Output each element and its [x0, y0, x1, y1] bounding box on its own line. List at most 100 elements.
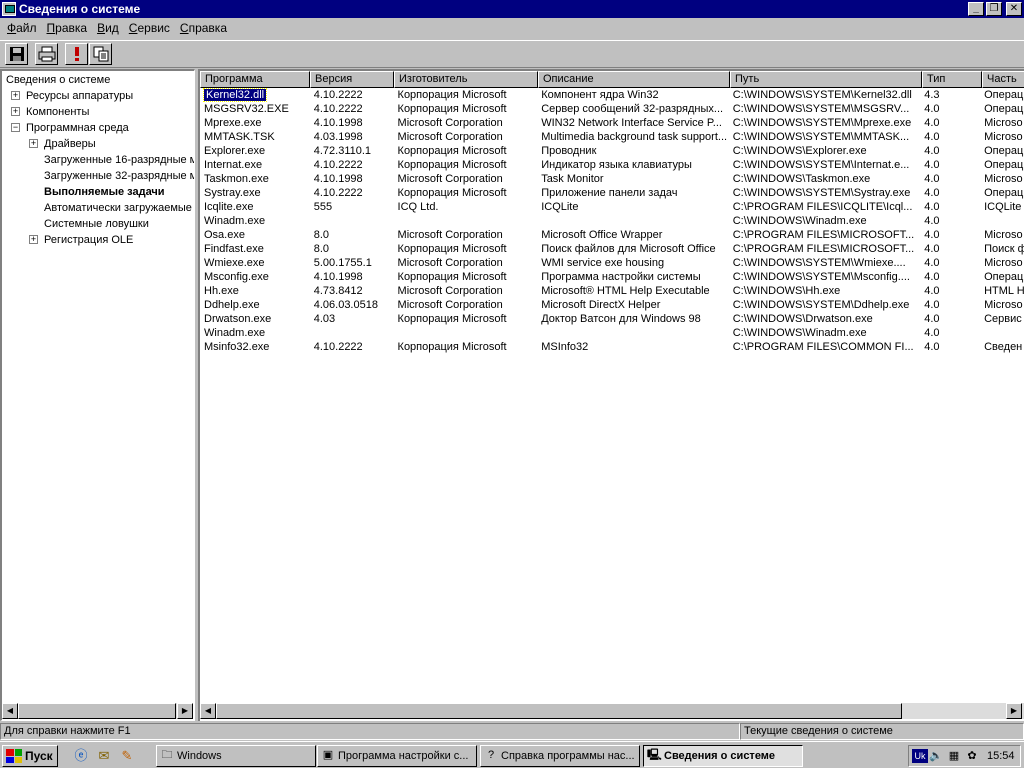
column-header[interactable]: Версия: [310, 71, 394, 88]
table-row[interactable]: Wmiexe.exe 5.00.1755.1 Microsoft Corporati…: [200, 256, 1024, 270]
tree-item[interactable]: + Ресурсы аппаратуры: [11, 88, 134, 104]
table-row[interactable]: Findfast.exe 8.0 Корпорация Microsoft Поиск…: [200, 242, 1024, 256]
table-cell: [310, 214, 394, 228]
table-cell: 4.03: [313, 313, 336, 325]
tree-item[interactable]: Загруженные 32-разрядные м: [44, 168, 194, 184]
display-settings-icon[interactable]: ✿: [965, 749, 979, 763]
table-header: Программа Версия Изготовитель Описание Путь Т…: [200, 71, 1024, 88]
tree-item-label: Автоматически загружаемые: [44, 202, 192, 214]
tree-item[interactable]: − Программная среда: [11, 120, 129, 136]
table-cell: C:\PROGRAM FILES\COMMON FI...: [732, 341, 914, 353]
table-row[interactable]: Ddhelp.exe 4.06.03.0518 Microsoft Corporat…: [200, 298, 1024, 312]
restore-button[interactable]: ❐: [986, 2, 1002, 16]
table-cell: Программа настройки системы: [541, 271, 701, 283]
table-row[interactable]: Kernel32.dll 4.10.2222 Корпорация Microsof…: [200, 88, 1024, 102]
minimize-button[interactable]: _: [968, 2, 984, 16]
table-row[interactable]: Taskmon.exe 4.10.1998 Microsoft Corporatio…: [200, 172, 1024, 186]
tree-item-label: Драйверы: [44, 138, 96, 150]
table-cell: Компонент ядра Win32: [541, 89, 659, 101]
taskbar-button[interactable]: 🖳 Сведения о системе: [643, 745, 803, 767]
table-row[interactable]: Icqlite.exe 555 ICQ Ltd. ICQLite C:\PROGRAM …: [200, 200, 1024, 214]
table-row[interactable]: MSGSRV32.EXE 4.10.2222 Корпорация Microsof…: [200, 102, 1024, 116]
table-row[interactable]: Explorer.exe 4.72.3110.1 Корпорация Micros…: [200, 144, 1024, 158]
table-row[interactable]: Drwatson.exe 4.03 Корпорация Microsoft Докт…: [200, 312, 1024, 326]
ie-icon[interactable]: ⓔ: [72, 747, 90, 765]
menu-item-4[interactable]: Справка: [175, 21, 232, 35]
volume-icon[interactable]: 🔈: [929, 749, 943, 763]
table-cell: MSInfo32: [541, 341, 589, 353]
scroll-left-icon[interactable]: ◀: [200, 703, 216, 719]
system-tray: Uk 🔈 ▦ ✿ 15:54: [908, 745, 1021, 767]
menu-item-2[interactable]: Вид: [92, 21, 124, 35]
table-row[interactable]: MMTASK.TSK 4.03.1998 Microsoft Corporation…: [200, 130, 1024, 144]
expand-icon[interactable]: +: [29, 235, 38, 244]
scroll-right-icon[interactable]: ▶: [1006, 703, 1022, 719]
expand-icon[interactable]: +: [11, 107, 20, 116]
taskbar-button-label: Windows: [177, 750, 222, 762]
table-row[interactable]: Winadm.exe C:\WINDOWS\Winadm.exe 4.0: [200, 326, 1024, 340]
tree-item-label: Ресурсы аппаратуры: [26, 90, 134, 102]
app-icon[interactable]: [2, 2, 16, 16]
table-cell: 4.73.8412: [313, 285, 363, 297]
app-icon: ▣: [322, 749, 334, 761]
table-cell: 4.0: [924, 145, 940, 157]
tree-item[interactable]: Сведения о системе: [6, 72, 110, 88]
menu-item-0[interactable]: Файл: [2, 21, 42, 35]
tree-item[interactable]: Системные ловушки: [44, 216, 149, 232]
column-header[interactable]: Программа: [200, 71, 310, 88]
table-row[interactable]: Hh.exe 4.73.8412 Microsoft Corporation Micr…: [200, 284, 1024, 298]
keyboard-language-indicator[interactable]: Uk: [912, 749, 928, 763]
print-icon[interactable]: [35, 43, 58, 65]
column-header[interactable]: Изготовитель: [394, 71, 538, 88]
tree-item[interactable]: Выполняемые задачи: [44, 184, 165, 200]
channels-icon[interactable]: ✎: [118, 747, 136, 765]
table-cell: Microsoft® HTML Help Executable: [541, 285, 710, 297]
menu-item-1[interactable]: Правка: [42, 21, 93, 35]
table-cell: C:\WINDOWS\SYSTEM\Wmiexe....: [732, 257, 906, 269]
scroll-left-icon[interactable]: ◀: [2, 703, 18, 719]
column-header[interactable]: Описание: [538, 71, 730, 88]
copy-icon[interactable]: [89, 43, 112, 65]
taskbar-button[interactable]: ? Справка программы нас...: [480, 745, 640, 767]
column-header[interactable]: Тип: [922, 71, 982, 88]
table-row[interactable]: Systray.exe 4.10.2222 Корпорация Microsoft…: [200, 186, 1024, 200]
table-row[interactable]: Msconfig.exe 4.10.1998 Корпорация Microsof…: [200, 270, 1024, 284]
table-row[interactable]: Winadm.exe C:\WINDOWS\Winadm.exe 4.0: [200, 214, 1024, 228]
table-row[interactable]: Osa.exe 8.0 Microsoft Corporation Microsoft…: [200, 228, 1024, 242]
table-row[interactable]: Mprexe.exe 4.10.1998 Microsoft Corporation…: [200, 116, 1024, 130]
tree-item-label: Системные ловушки: [44, 218, 149, 230]
title-bar: Сведения о системе _ ❐ ✕: [0, 0, 1024, 18]
start-button[interactable]: Пуск: [2, 745, 58, 767]
scroll-thumb[interactable]: [216, 703, 902, 719]
table-cell: [537, 326, 729, 340]
tree-item[interactable]: + Драйверы: [29, 136, 96, 152]
tree-horizontal-scrollbar[interactable]: ◀ ▶: [2, 703, 193, 719]
table-cell: 4.10.2222: [313, 159, 363, 171]
taskbar-button[interactable]: 🗀 Windows: [156, 745, 316, 767]
tree-item[interactable]: + Регистрация OLE: [29, 232, 133, 248]
table-cell: 8.0: [313, 229, 330, 241]
save-icon[interactable]: [5, 43, 28, 65]
tree-item[interactable]: Загруженные 16-разрядные м: [44, 152, 194, 168]
tree-item[interactable]: Автоматически загружаемые: [44, 200, 192, 216]
alert-icon[interactable]: [65, 43, 88, 65]
table-cell: 4.03.1998: [313, 131, 363, 143]
clock[interactable]: 15:54: [987, 746, 1015, 766]
outlook-icon[interactable]: ✉: [95, 747, 113, 765]
table-cell: Microso: [984, 299, 1023, 311]
table-row[interactable]: Msinfo32.exe 4.10.2222 Корпорация Microsof…: [200, 340, 1024, 354]
menu-item-3[interactable]: Сервис: [124, 21, 175, 35]
tree-item[interactable]: + Компоненты: [11, 104, 89, 120]
close-button[interactable]: ✕: [1006, 2, 1022, 16]
table-horizontal-scrollbar[interactable]: ◀ ▶: [200, 703, 1024, 719]
task-scheduler-icon[interactable]: ▦: [947, 749, 961, 763]
collapse-icon[interactable]: −: [11, 123, 20, 132]
column-header[interactable]: Путь: [730, 71, 922, 88]
taskbar-button[interactable]: ▣ Программа настройки с...: [317, 745, 477, 767]
expand-icon[interactable]: +: [11, 91, 20, 100]
table-row[interactable]: Internat.exe 4.10.2222 Корпорация Microsof…: [200, 158, 1024, 172]
column-header[interactable]: Часть: [982, 71, 1024, 88]
scroll-thumb[interactable]: [18, 703, 176, 719]
scroll-right-icon[interactable]: ▶: [177, 703, 193, 719]
expand-icon[interactable]: +: [29, 139, 38, 148]
